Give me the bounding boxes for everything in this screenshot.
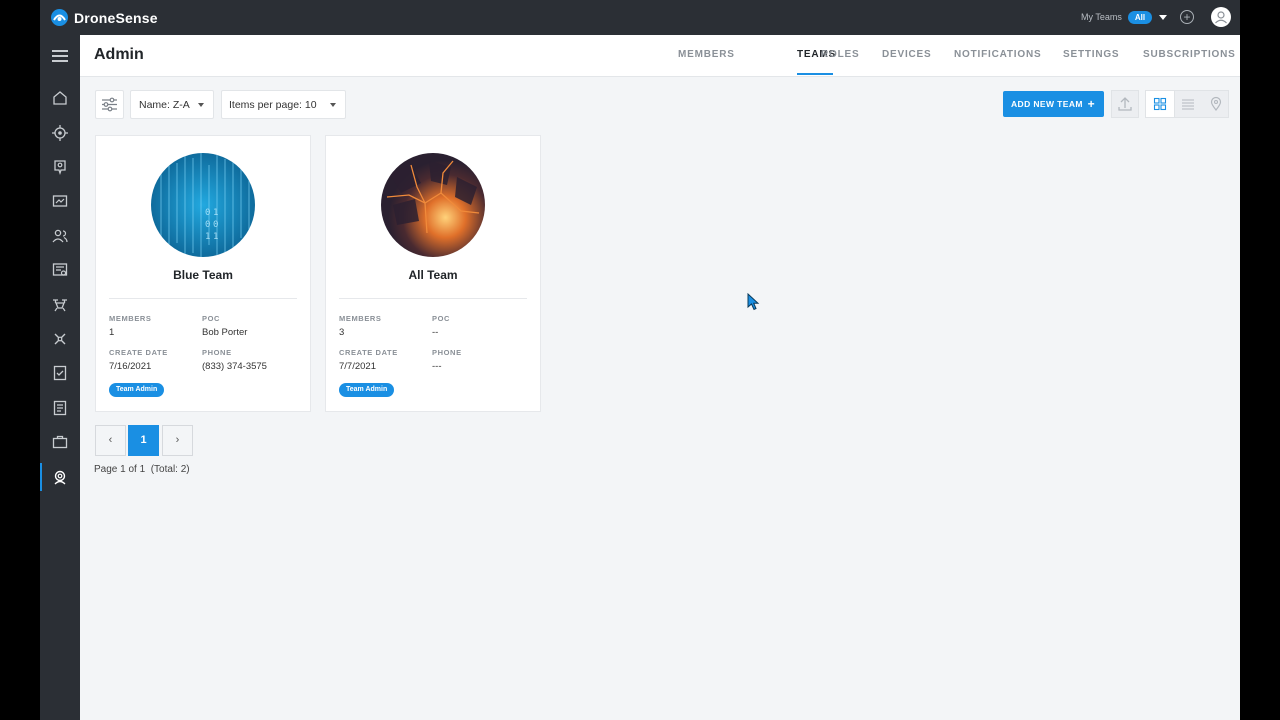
team-avatar-image — [381, 153, 485, 257]
app-window: DroneSense My Teams All + Admin MEMBERS … — [40, 0, 1240, 720]
add-circle-icon[interactable]: + — [1180, 10, 1194, 24]
card-divider — [109, 298, 297, 299]
tab-members[interactable]: MEMBERS — [678, 49, 735, 60]
my-teams-label: My Teams — [1081, 12, 1122, 22]
team-filter-pill[interactable]: All — [1128, 11, 1152, 24]
grid-view-button[interactable] — [1146, 91, 1175, 117]
role-badge: Team Admin — [109, 383, 165, 397]
checklist-icon[interactable] — [51, 364, 69, 382]
phone-value: --- — [432, 361, 442, 372]
team-name: Blue Team — [173, 268, 233, 282]
poc-value: Bob Porter — [202, 327, 248, 338]
next-page-button[interactable]: › — [162, 425, 193, 456]
media-icon[interactable] — [51, 192, 69, 210]
items-per-page-dropdown[interactable]: Items per page: 10 — [221, 90, 346, 119]
map-view-button[interactable] — [1202, 91, 1230, 117]
members-label: MEMBERS — [109, 314, 152, 323]
members-count: 1 — [109, 327, 115, 338]
filter-sliders-icon — [102, 97, 117, 112]
brand[interactable]: DroneSense — [50, 8, 158, 27]
user-avatar[interactable] — [1211, 7, 1231, 27]
create-date-value: 7/16/2021 — [109, 361, 152, 372]
poc-label: POC — [432, 314, 451, 323]
team-card[interactable]: All Team MEMBERS 3 POC -- CREATE DATE 7/… — [325, 135, 541, 412]
svg-text:1: 1 — [205, 232, 210, 242]
team-card[interactable]: 01 00 11 Blue Team MEMBERS 1 POC Bob Por… — [95, 135, 311, 412]
people-icon[interactable] — [51, 227, 69, 245]
nav-active-indicator — [40, 463, 42, 491]
tab-subscriptions[interactable]: SUBSCRIPTIONS — [1143, 49, 1236, 60]
svg-text:0: 0 — [213, 220, 218, 230]
tab-notifications[interactable]: NOTIFICATIONS — [954, 49, 1041, 60]
sidebar — [40, 35, 80, 720]
tab-devices[interactable]: DEVICES — [882, 49, 932, 60]
top-bar: DroneSense My Teams All + — [40, 0, 1240, 35]
phone-value: (833) 374-3575 — [202, 361, 267, 372]
page-count: Page 1 of 1 — [94, 464, 146, 475]
members-count: 3 — [339, 327, 345, 338]
sort-caret-icon — [198, 103, 204, 107]
view-toggle-group — [1145, 90, 1229, 118]
filter-button[interactable] — [95, 90, 124, 119]
sort-dropdown[interactable]: Name: Z-A — [130, 90, 214, 119]
svg-text:1: 1 — [213, 208, 218, 218]
active-tab-underline — [797, 73, 833, 75]
home-icon[interactable] — [51, 89, 69, 107]
team-name: All Team — [408, 268, 458, 282]
page-info: Page 1 of 1 (Total: 2) — [94, 464, 190, 475]
list-view-icon — [1182, 99, 1194, 110]
add-new-team-button[interactable]: ADD NEW TEAM + — [1003, 91, 1104, 117]
brand-name: DroneSense — [74, 9, 158, 26]
dronesense-logo-icon — [51, 9, 68, 26]
svg-text:1: 1 — [213, 232, 218, 242]
add-new-team-label: ADD NEW TEAM — [1011, 99, 1083, 109]
admin-gear-icon[interactable] — [51, 468, 69, 486]
document-icon[interactable] — [51, 399, 69, 417]
items-per-page-caret-icon — [330, 103, 336, 107]
phone-label: PHONE — [432, 348, 462, 357]
list-view-button[interactable] — [1174, 91, 1202, 117]
map-pin-icon[interactable] — [51, 158, 69, 176]
phone-label: PHONE — [202, 348, 232, 357]
page-1-button[interactable]: 1 — [128, 425, 159, 456]
tools-icon[interactable] — [51, 330, 69, 348]
create-date-label: CREATE DATE — [339, 348, 398, 357]
operations-icon[interactable] — [51, 124, 69, 142]
prev-page-button[interactable]: ‹ — [95, 425, 126, 456]
members-label: MEMBERS — [339, 314, 382, 323]
plus-icon: + — [1087, 97, 1095, 111]
svg-text:0: 0 — [205, 208, 210, 218]
page-header: Admin MEMBERS TEAMS ROLES DEVICES NOTIFI… — [80, 35, 1240, 77]
mouse-cursor-icon — [747, 293, 760, 311]
sort-value: Name: Z-A — [139, 99, 190, 111]
map-marker-icon — [1210, 96, 1222, 111]
create-date-label: CREATE DATE — [109, 348, 168, 357]
briefcase-icon[interactable] — [51, 433, 69, 451]
items-per-page-value: Items per page: 10 — [229, 99, 317, 111]
total-count: (Total: 2) — [150, 464, 190, 475]
user-icon — [1215, 11, 1227, 24]
page-title: Admin — [94, 46, 144, 63]
card-divider — [339, 298, 527, 299]
reports-icon[interactable] — [51, 261, 69, 279]
upload-button[interactable] — [1111, 90, 1139, 118]
poc-value: -- — [432, 327, 439, 338]
tab-roles[interactable]: ROLES — [821, 49, 859, 60]
hamburger-menu-icon[interactable] — [52, 50, 68, 62]
svg-text:0: 0 — [205, 220, 210, 230]
role-badge: Team Admin — [339, 383, 395, 397]
team-avatar-image: 01 00 11 — [151, 153, 255, 257]
upload-icon — [1118, 97, 1132, 111]
create-date-value: 7/7/2021 — [339, 361, 376, 372]
drone-icon[interactable] — [51, 296, 69, 314]
team-filter-caret-icon[interactable] — [1159, 15, 1167, 20]
poc-label: POC — [202, 314, 221, 323]
grid-view-icon — [1153, 97, 1167, 111]
tab-settings[interactable]: SETTINGS — [1063, 49, 1119, 60]
